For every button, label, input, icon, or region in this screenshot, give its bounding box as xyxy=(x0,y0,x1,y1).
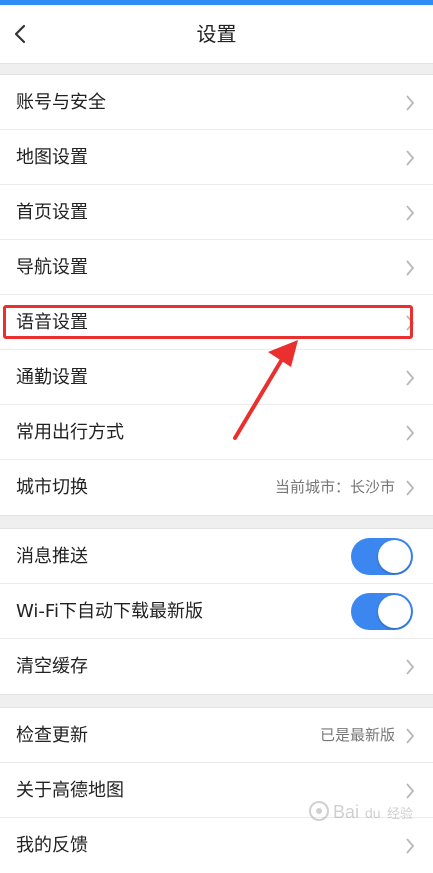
wifi-download-toggle[interactable] xyxy=(351,593,413,630)
row-account-security[interactable]: 账号与安全 xyxy=(0,75,433,130)
chevron-right-icon xyxy=(406,205,415,221)
page-title: 设置 xyxy=(196,22,237,46)
row-label: 关于高德地图 xyxy=(16,780,124,801)
row-label: 城市切换 xyxy=(16,477,88,498)
row-home-settings[interactable]: 首页设置 xyxy=(0,185,433,240)
settings-group-network: 消息推送 Wi-Fi下自动下载最新版 清空缓存 xyxy=(0,529,433,694)
row-travel-mode[interactable]: 常用出行方式 xyxy=(0,405,433,460)
section-divider xyxy=(0,694,433,708)
chevron-right-icon xyxy=(406,150,415,166)
toggle-knob xyxy=(378,595,411,628)
row-map-settings[interactable]: 地图设置 xyxy=(0,130,433,185)
back-icon[interactable] xyxy=(10,19,40,49)
highlight-box xyxy=(3,305,413,339)
section-divider xyxy=(0,63,433,75)
header: 设置 xyxy=(0,5,433,63)
row-label: 消息推送 xyxy=(16,546,88,567)
row-label: 地图设置 xyxy=(16,147,88,168)
row-label: 清空缓存 xyxy=(16,656,88,677)
row-push-notifications: 消息推送 xyxy=(0,529,433,584)
row-city-switch[interactable]: 城市切换 当前城市：长沙市 xyxy=(0,460,433,515)
row-clear-cache[interactable]: 清空缓存 xyxy=(0,639,433,694)
row-label: 账号与安全 xyxy=(16,92,106,113)
current-city-value: 当前城市：长沙市 xyxy=(274,478,395,496)
row-label: 我的反馈 xyxy=(16,835,88,856)
row-label: 检查更新 xyxy=(16,725,88,746)
row-wifi-auto-download: Wi-Fi下自动下载最新版 xyxy=(0,584,433,639)
chevron-right-icon xyxy=(406,480,415,496)
settings-group-main: 账号与安全 地图设置 首页设置 导航设置 语音设置 通勤设置 常用出行方式 城市… xyxy=(0,75,433,515)
row-commute-settings[interactable]: 通勤设置 xyxy=(0,350,433,405)
chevron-right-icon xyxy=(406,260,415,276)
push-toggle[interactable] xyxy=(351,538,413,575)
row-label: 导航设置 xyxy=(16,257,88,278)
chevron-right-icon xyxy=(406,425,415,441)
row-label: 通勤设置 xyxy=(16,367,88,388)
chevron-right-icon xyxy=(406,659,415,675)
chevron-right-icon xyxy=(406,728,415,744)
row-label: 首页设置 xyxy=(16,202,88,223)
chevron-right-icon xyxy=(406,95,415,111)
svg-text:Bai: Bai xyxy=(333,802,359,822)
section-divider xyxy=(0,515,433,529)
update-status-value: 已是最新版 xyxy=(319,726,395,744)
row-label: Wi-Fi下自动下载最新版 xyxy=(16,601,203,622)
chevron-right-icon xyxy=(406,838,415,854)
chevron-right-icon xyxy=(406,370,415,386)
svg-text:du: du xyxy=(365,805,381,821)
svg-text:经验: 经验 xyxy=(387,806,413,822)
toggle-knob xyxy=(378,540,411,573)
row-navigation-settings[interactable]: 导航设置 xyxy=(0,240,433,295)
row-label: 常用出行方式 xyxy=(16,422,124,443)
baidu-watermark-logo: Bai du 经验 xyxy=(309,801,413,822)
row-check-update[interactable]: 检查更新 已是最新版 xyxy=(0,708,433,763)
